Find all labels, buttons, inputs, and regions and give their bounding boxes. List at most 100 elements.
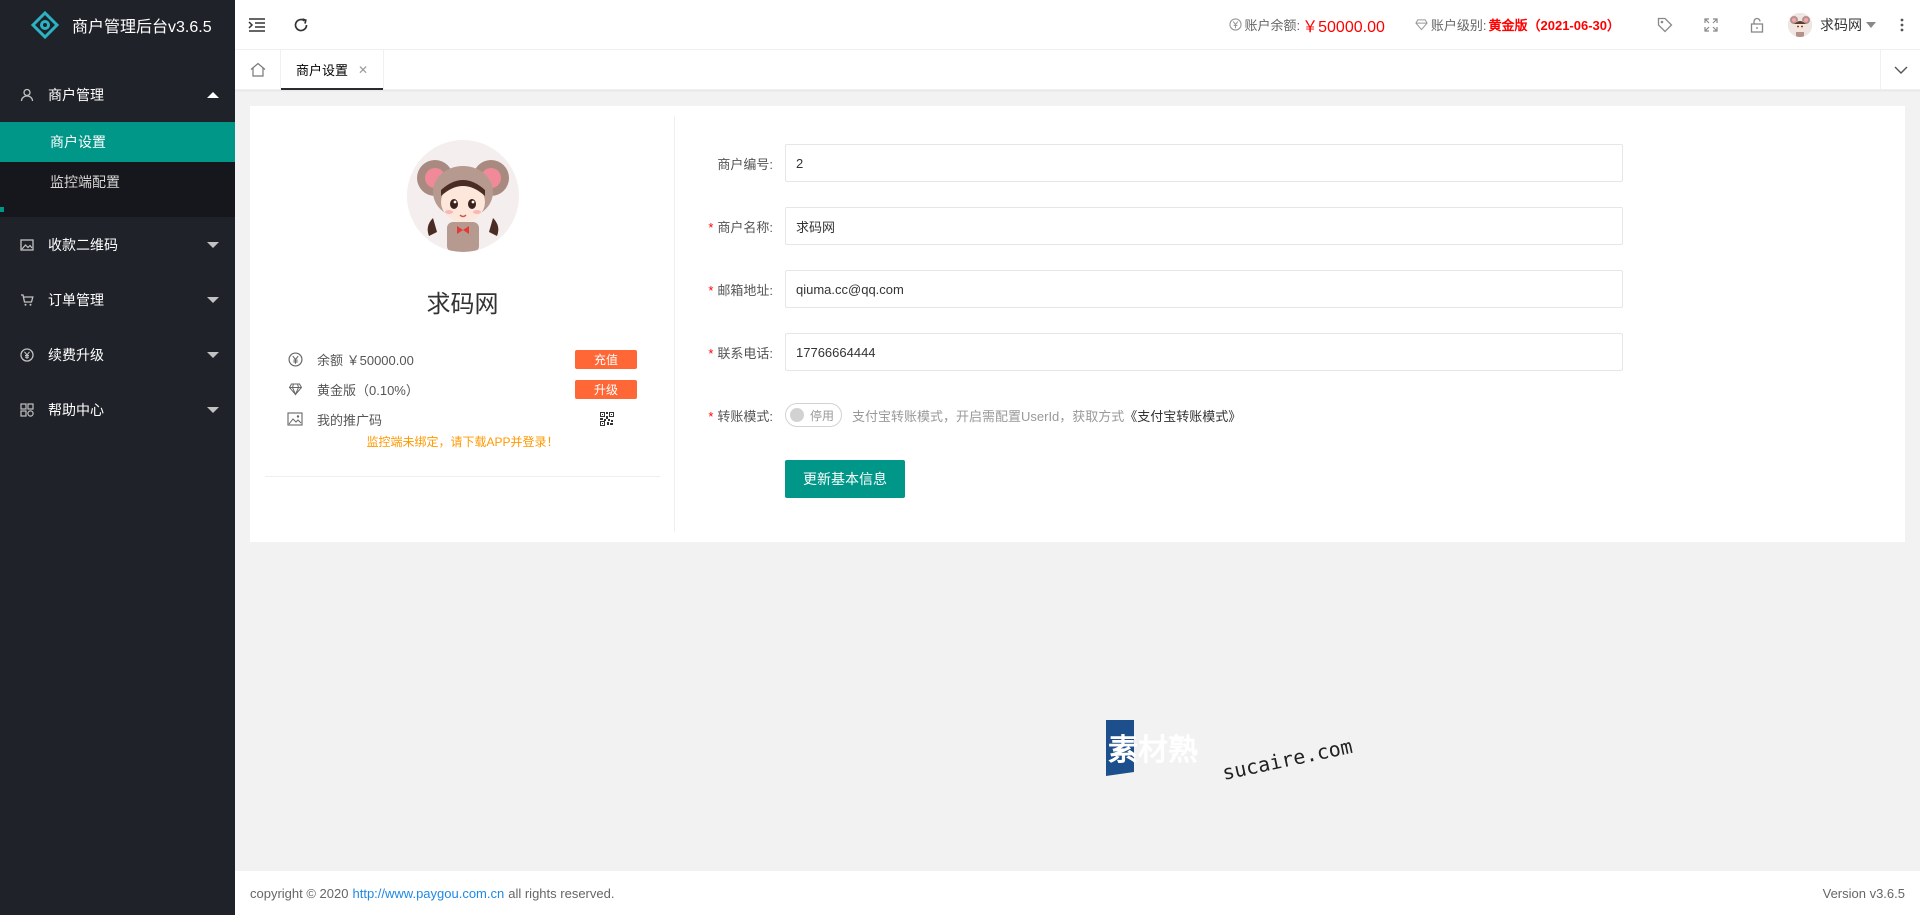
fullscreen-icon bbox=[1704, 17, 1718, 32]
fullscreen-button[interactable] bbox=[1688, 0, 1734, 50]
svg-text:sucaire.com: sucaire.com bbox=[1220, 734, 1354, 785]
apps-icon bbox=[20, 402, 34, 417]
menu-toggle-button[interactable] bbox=[235, 0, 279, 50]
form-row-phone: * 联系电话: bbox=[675, 333, 1675, 371]
lock-screen-button[interactable] bbox=[1734, 0, 1780, 50]
tab-dropdown-button[interactable] bbox=[1880, 50, 1920, 89]
balance-label: 账户余额: bbox=[1244, 18, 1301, 33]
merchant-name-field[interactable] bbox=[785, 207, 1623, 245]
version-label: Version v3.6.5 bbox=[1822, 885, 1905, 901]
profile-promo-row: 我的推广码 bbox=[287, 408, 637, 430]
toggle-label: 停用 bbox=[810, 408, 835, 423]
caret-down-icon bbox=[207, 241, 219, 248]
merchant-id-label: 商户编号: bbox=[717, 156, 773, 172]
sidebar-item-help[interactable]: 帮助中心 bbox=[0, 382, 235, 437]
sidebar-subnav-merchant: 商户设置 监控端配置 bbox=[0, 122, 235, 217]
app-logo[interactable]: 商户管理后台v3.6.5 bbox=[0, 0, 235, 50]
sidebar-item-merchant-settings[interactable]: 商户设置 bbox=[0, 122, 235, 162]
toggle-knob bbox=[790, 408, 804, 422]
transfer-guide-link[interactable]: 《支付宝转账模式》 bbox=[1124, 409, 1241, 424]
form-row-email: * 邮箱地址: bbox=[675, 270, 1675, 308]
tab-label: 商户设置 bbox=[296, 63, 349, 78]
indent-icon bbox=[248, 17, 265, 32]
sidebar-item-label: 订单管理 bbox=[48, 291, 104, 308]
cart-icon bbox=[20, 293, 34, 307]
more-vertical-icon bbox=[1900, 18, 1904, 31]
tab-bar: 商户设置 ✕ bbox=[235, 50, 1920, 90]
level-value: 黄金版（2021-06-30） bbox=[1488, 18, 1621, 33]
copyright-suffix: all rights reserved. bbox=[508, 885, 615, 901]
profile-level-row: 黄金版（0.10%） 升级 bbox=[287, 378, 637, 400]
form-row-transfer-mode: * 转账模式: 停用 支付宝转账模式，开启需配置UserId，获取方式《支付宝转账… bbox=[675, 396, 1675, 434]
form-row-merchant-id: 商户编号: bbox=[675, 144, 1675, 182]
profile-name: 求码网 bbox=[426, 291, 499, 318]
yen-circle-icon bbox=[1228, 18, 1242, 31]
account-balance: 账户余额: ￥50000.00 bbox=[1228, 13, 1385, 37]
profile-balance-row: 余额 ￥50000.00 充值 bbox=[287, 348, 637, 370]
diamond-icon bbox=[287, 381, 303, 397]
merchant-id-field[interactable] bbox=[785, 144, 1623, 182]
sidebar-item-renew[interactable]: 续费升级 bbox=[0, 327, 235, 382]
chevron-down-icon bbox=[1894, 66, 1907, 74]
footer-link[interactable]: http://www.paygou.com.cn bbox=[352, 886, 504, 901]
email-label: * 邮箱地址: bbox=[708, 282, 773, 298]
caret-down-icon bbox=[207, 351, 219, 358]
close-icon[interactable]: ✕ bbox=[358, 63, 368, 77]
profile-level: 黄金版（0.10%） bbox=[317, 382, 419, 398]
caret-up-icon bbox=[207, 91, 219, 98]
transfer-mode-toggle[interactable]: 停用 bbox=[785, 403, 842, 427]
sidebar-item-label: 收款二维码 bbox=[48, 236, 118, 253]
sidebar-item-label: 商户设置 bbox=[50, 134, 106, 150]
user-icon bbox=[20, 88, 34, 102]
yen-circle-icon bbox=[287, 351, 303, 367]
transfer-mode-label: * 转账模式: bbox=[708, 408, 773, 424]
sidebar-item-label: 监控端配置 bbox=[50, 174, 120, 190]
sidebar: 商户管理后台v3.6.5 商户管理 商户设置 监控端配置 收款二维码 订单管理 … bbox=[0, 0, 235, 915]
more-button[interactable] bbox=[1884, 0, 1920, 50]
refresh-icon bbox=[294, 17, 308, 31]
profile-avatar bbox=[407, 140, 519, 252]
account-level: 账户级别: 黄金版（2021-06-30） bbox=[1415, 15, 1620, 34]
divider bbox=[265, 476, 660, 477]
sidebar-item-merchant[interactable]: 商户管理 bbox=[0, 67, 235, 122]
transfer-hint: 支付宝转账模式，开启需配置UserId，获取方式《支付宝转账模式》 bbox=[852, 408, 1242, 424]
sidebar-item-label: 续费升级 bbox=[48, 346, 104, 363]
tab-merchant-settings[interactable]: 商户设置 ✕ bbox=[281, 50, 385, 90]
refresh-button[interactable] bbox=[279, 0, 323, 50]
yen-circle-icon bbox=[20, 347, 34, 362]
phone-label: * 联系电话: bbox=[708, 345, 773, 361]
user-menu[interactable]: 求码网 bbox=[1780, 0, 1884, 50]
phone-field[interactable] bbox=[785, 333, 1623, 371]
logo-icon bbox=[30, 10, 60, 40]
tag-button[interactable] bbox=[1642, 0, 1688, 50]
balance-amount: ￥50000.00 bbox=[1302, 18, 1385, 36]
home-icon bbox=[250, 62, 265, 77]
avatar bbox=[1788, 12, 1812, 37]
upgrade-button[interactable]: 升级 bbox=[575, 379, 637, 399]
sidebar-item-label: 帮助中心 bbox=[48, 401, 104, 418]
caret-down-icon bbox=[207, 406, 219, 413]
merchant-name-label: * 商户名称: bbox=[708, 219, 773, 235]
header-right: 账户余额: ￥50000.00 账户级别: 黄金版（2021-06-30） 求码… bbox=[1228, 0, 1920, 50]
caret-down-icon bbox=[207, 296, 219, 303]
user-name: 求码网 bbox=[1820, 16, 1862, 33]
email-field[interactable] bbox=[785, 270, 1623, 308]
app-title: 商户管理后台v3.6.5 bbox=[72, 19, 212, 36]
level-label: 账户级别: bbox=[1430, 18, 1487, 33]
promo-label: 我的推广码 bbox=[317, 412, 383, 428]
recharge-button[interactable]: 充值 bbox=[575, 349, 637, 369]
lock-icon bbox=[1750, 17, 1764, 33]
form-row-merchant-name: * 商户名称: bbox=[675, 207, 1675, 245]
tab-home[interactable] bbox=[235, 50, 281, 89]
diamond-icon bbox=[1415, 19, 1428, 31]
sidebar-item-orders[interactable]: 订单管理 bbox=[0, 272, 235, 327]
profile-panel: 求码网 余额 ￥50000.00 充值 黄金版（0.10%） 升级 我的推广码 bbox=[265, 116, 660, 477]
profile-balance: 余额 ￥50000.00 bbox=[317, 352, 414, 368]
watermark-logo: 素材熟 sucaire.com bbox=[1104, 718, 1355, 788]
update-info-button[interactable]: 更新基本信息 bbox=[785, 460, 905, 498]
sidebar-item-qrcode[interactable]: 收款二维码 bbox=[0, 217, 235, 272]
sidebar-item-monitor-config[interactable]: 监控端配置 bbox=[0, 162, 235, 202]
footer: copyright © 2020 http://www.paygou.com.c… bbox=[235, 871, 1920, 915]
monitor-warning: 监控端未绑定，请下载APP并登录！ bbox=[366, 435, 559, 449]
qrcode-icon[interactable] bbox=[599, 411, 615, 427]
